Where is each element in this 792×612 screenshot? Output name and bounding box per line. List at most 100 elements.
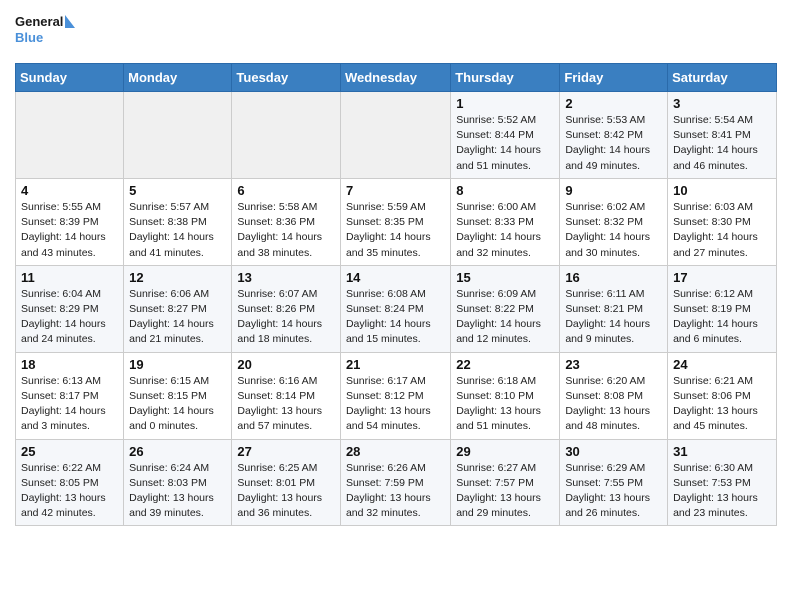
page-header: General Blue xyxy=(15,10,777,55)
cell-day-number: 4 xyxy=(21,183,118,198)
cell-day-number: 27 xyxy=(237,444,335,459)
logo: General Blue xyxy=(15,10,75,55)
logo-svg: General Blue xyxy=(15,10,75,55)
calendar-cell: 13 Sunrise: 6:07 AMSunset: 8:26 PMDayligh… xyxy=(232,265,341,352)
calendar-cell: 18 Sunrise: 6:13 AMSunset: 8:17 PMDayligh… xyxy=(16,352,124,439)
cell-info: Sunrise: 6:21 AMSunset: 8:06 PMDaylight:… xyxy=(673,374,771,435)
calendar-cell: 10 Sunrise: 6:03 AMSunset: 8:30 PMDayligh… xyxy=(668,178,777,265)
cell-info: Sunrise: 5:58 AMSunset: 8:36 PMDaylight:… xyxy=(237,200,335,261)
cell-info: Sunrise: 5:54 AMSunset: 8:41 PMDaylight:… xyxy=(673,113,771,174)
cell-day-number: 24 xyxy=(673,357,771,372)
cell-day-number: 19 xyxy=(129,357,226,372)
cell-day-number: 7 xyxy=(346,183,445,198)
calendar-cell: 17 Sunrise: 6:12 AMSunset: 8:19 PMDayligh… xyxy=(668,265,777,352)
calendar-cell: 20 Sunrise: 6:16 AMSunset: 8:14 PMDayligh… xyxy=(232,352,341,439)
cell-day-number: 8 xyxy=(456,183,554,198)
cell-info: Sunrise: 6:20 AMSunset: 8:08 PMDaylight:… xyxy=(565,374,662,435)
cell-info: Sunrise: 6:27 AMSunset: 7:57 PMDaylight:… xyxy=(456,461,554,522)
calendar-cell xyxy=(340,92,450,179)
cell-info: Sunrise: 5:52 AMSunset: 8:44 PMDaylight:… xyxy=(456,113,554,174)
calendar-cell xyxy=(124,92,232,179)
cell-info: Sunrise: 6:00 AMSunset: 8:33 PMDaylight:… xyxy=(456,200,554,261)
cell-day-number: 12 xyxy=(129,270,226,285)
calendar-cell: 19Sunrise: 6:15 AMSunset: 8:15 PMDayligh… xyxy=(124,352,232,439)
cell-day-number: 3 xyxy=(673,96,771,111)
cell-info: Sunrise: 6:30 AMSunset: 7:53 PMDaylight:… xyxy=(673,461,771,522)
calendar-header-thursday: Thursday xyxy=(451,64,560,92)
cell-info: Sunrise: 6:22 AMSunset: 8:05 PMDaylight:… xyxy=(21,461,118,522)
calendar-cell xyxy=(232,92,341,179)
cell-info: Sunrise: 6:09 AMSunset: 8:22 PMDaylight:… xyxy=(456,287,554,348)
calendar-header-row: SundayMondayTuesdayWednesdayThursdayFrid… xyxy=(16,64,777,92)
calendar-cell: 16Sunrise: 6:11 AMSunset: 8:21 PMDayligh… xyxy=(560,265,668,352)
calendar-cell: 7 Sunrise: 5:59 AMSunset: 8:35 PMDaylight… xyxy=(340,178,450,265)
calendar-cell xyxy=(16,92,124,179)
cell-info: Sunrise: 6:26 AMSunset: 7:59 PMDaylight:… xyxy=(346,461,445,522)
cell-info: Sunrise: 6:11 AMSunset: 8:21 PMDaylight:… xyxy=(565,287,662,348)
cell-info: Sunrise: 6:06 AMSunset: 8:27 PMDaylight:… xyxy=(129,287,226,348)
calendar-cell: 31 Sunrise: 6:30 AMSunset: 7:53 PMDayligh… xyxy=(668,439,777,526)
calendar-cell: 2 Sunrise: 5:53 AMSunset: 8:42 PMDaylight… xyxy=(560,92,668,179)
calendar-header-monday: Monday xyxy=(124,64,232,92)
calendar-cell: 4 Sunrise: 5:55 AMSunset: 8:39 PMDaylight… xyxy=(16,178,124,265)
calendar-cell: 25 Sunrise: 6:22 AMSunset: 8:05 PMDayligh… xyxy=(16,439,124,526)
cell-day-number: 26 xyxy=(129,444,226,459)
cell-day-number: 2 xyxy=(565,96,662,111)
cell-info: Sunrise: 6:12 AMSunset: 8:19 PMDaylight:… xyxy=(673,287,771,348)
calendar-header-wednesday: Wednesday xyxy=(340,64,450,92)
cell-info: Sunrise: 5:55 AMSunset: 8:39 PMDaylight:… xyxy=(21,200,118,261)
cell-day-number: 23 xyxy=(565,357,662,372)
calendar-cell: 14Sunrise: 6:08 AMSunset: 8:24 PMDayligh… xyxy=(340,265,450,352)
cell-info: Sunrise: 6:25 AMSunset: 8:01 PMDaylight:… xyxy=(237,461,335,522)
cell-info: Sunrise: 6:03 AMSunset: 8:30 PMDaylight:… xyxy=(673,200,771,261)
calendar-week-row: 1 Sunrise: 5:52 AMSunset: 8:44 PMDaylight… xyxy=(16,92,777,179)
calendar-cell: 28Sunrise: 6:26 AMSunset: 7:59 PMDayligh… xyxy=(340,439,450,526)
calendar-cell: 29 Sunrise: 6:27 AMSunset: 7:57 PMDayligh… xyxy=(451,439,560,526)
calendar-header-friday: Friday xyxy=(560,64,668,92)
calendar-table: SundayMondayTuesdayWednesdayThursdayFrid… xyxy=(15,63,777,526)
calendar-header-tuesday: Tuesday xyxy=(232,64,341,92)
cell-info: Sunrise: 6:29 AMSunset: 7:55 PMDaylight:… xyxy=(565,461,662,522)
cell-info: Sunrise: 6:13 AMSunset: 8:17 PMDaylight:… xyxy=(21,374,118,435)
cell-day-number: 31 xyxy=(673,444,771,459)
cell-info: Sunrise: 6:07 AMSunset: 8:26 PMDaylight:… xyxy=(237,287,335,348)
calendar-week-row: 11 Sunrise: 6:04 AMSunset: 8:29 PMDayligh… xyxy=(16,265,777,352)
cell-day-number: 22 xyxy=(456,357,554,372)
cell-day-number: 25 xyxy=(21,444,118,459)
cell-day-number: 14 xyxy=(346,270,445,285)
cell-info: Sunrise: 6:18 AMSunset: 8:10 PMDaylight:… xyxy=(456,374,554,435)
cell-info: Sunrise: 6:17 AMSunset: 8:12 PMDaylight:… xyxy=(346,374,445,435)
calendar-week-row: 18 Sunrise: 6:13 AMSunset: 8:17 PMDayligh… xyxy=(16,352,777,439)
calendar-cell: 6 Sunrise: 5:58 AMSunset: 8:36 PMDaylight… xyxy=(232,178,341,265)
calendar-cell: 11 Sunrise: 6:04 AMSunset: 8:29 PMDayligh… xyxy=(16,265,124,352)
cell-info: Sunrise: 6:16 AMSunset: 8:14 PMDaylight:… xyxy=(237,374,335,435)
cell-day-number: 17 xyxy=(673,270,771,285)
cell-day-number: 18 xyxy=(21,357,118,372)
cell-info: Sunrise: 5:59 AMSunset: 8:35 PMDaylight:… xyxy=(346,200,445,261)
calendar-cell: 5Sunrise: 5:57 AMSunset: 8:38 PMDaylight… xyxy=(124,178,232,265)
cell-day-number: 1 xyxy=(456,96,554,111)
calendar-week-row: 4 Sunrise: 5:55 AMSunset: 8:39 PMDaylight… xyxy=(16,178,777,265)
calendar-cell: 26 Sunrise: 6:24 AMSunset: 8:03 PMDayligh… xyxy=(124,439,232,526)
cell-day-number: 10 xyxy=(673,183,771,198)
calendar-cell: 12 Sunrise: 6:06 AMSunset: 8:27 PMDayligh… xyxy=(124,265,232,352)
calendar-cell: 1 Sunrise: 5:52 AMSunset: 8:44 PMDaylight… xyxy=(451,92,560,179)
calendar-header-sunday: Sunday xyxy=(16,64,124,92)
calendar-cell: 30 Sunrise: 6:29 AMSunset: 7:55 PMDayligh… xyxy=(560,439,668,526)
calendar-cell: 23 Sunrise: 6:20 AMSunset: 8:08 PMDayligh… xyxy=(560,352,668,439)
cell-info: Sunrise: 6:24 AMSunset: 8:03 PMDaylight:… xyxy=(129,461,226,522)
cell-day-number: 29 xyxy=(456,444,554,459)
cell-info: Sunrise: 5:53 AMSunset: 8:42 PMDaylight:… xyxy=(565,113,662,174)
cell-day-number: 20 xyxy=(237,357,335,372)
cell-info: Sunrise: 6:02 AMSunset: 8:32 PMDaylight:… xyxy=(565,200,662,261)
cell-day-number: 21 xyxy=(346,357,445,372)
cell-day-number: 30 xyxy=(565,444,662,459)
cell-day-number: 6 xyxy=(237,183,335,198)
calendar-header-saturday: Saturday xyxy=(668,64,777,92)
cell-day-number: 5 xyxy=(129,183,226,198)
calendar-week-row: 25 Sunrise: 6:22 AMSunset: 8:05 PMDayligh… xyxy=(16,439,777,526)
cell-day-number: 13 xyxy=(237,270,335,285)
cell-info: Sunrise: 6:04 AMSunset: 8:29 PMDaylight:… xyxy=(21,287,118,348)
cell-day-number: 11 xyxy=(21,270,118,285)
calendar-cell: 8 Sunrise: 6:00 AMSunset: 8:33 PMDaylight… xyxy=(451,178,560,265)
